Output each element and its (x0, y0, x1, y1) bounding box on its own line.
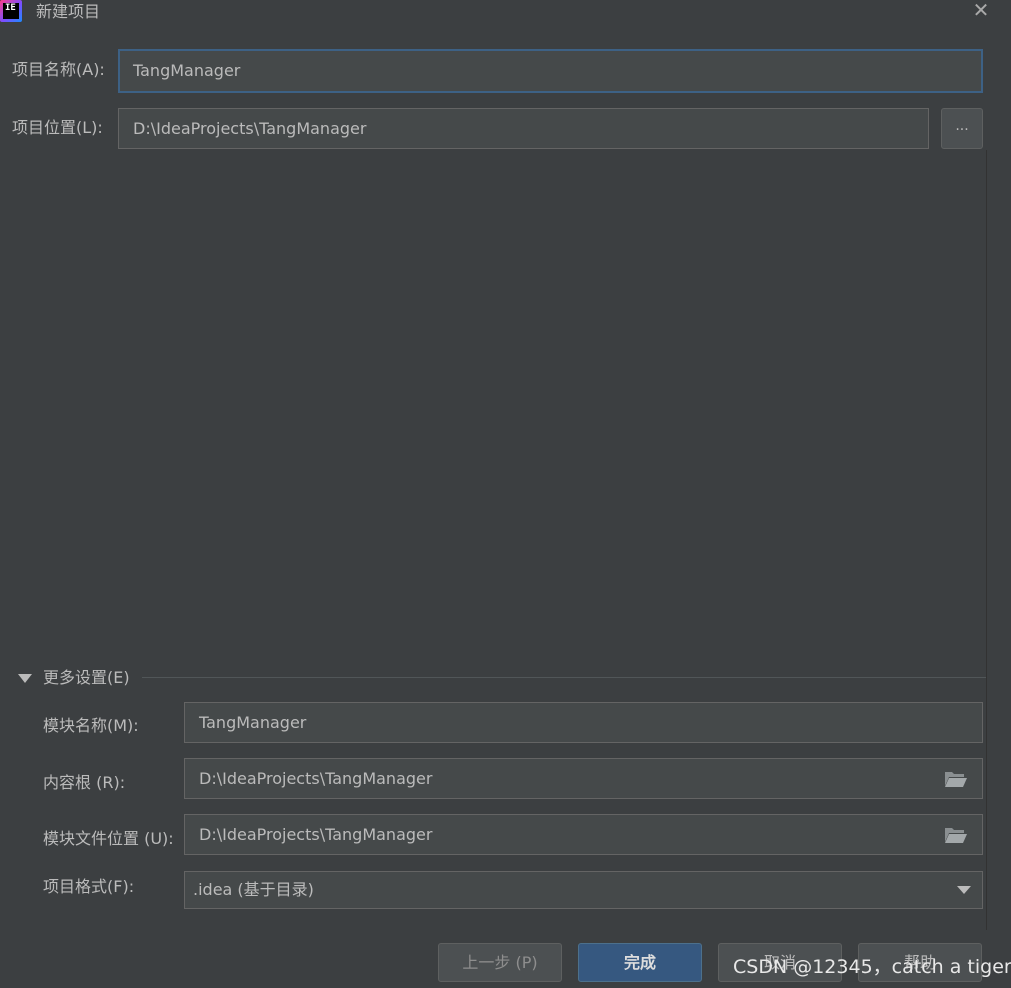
close-icon[interactable]: ✕ (969, 0, 993, 20)
folder-open-icon[interactable] (944, 770, 968, 788)
folder-open-icon[interactable] (944, 826, 968, 844)
watermark-text: CSDN @12345，catch a tiger (733, 956, 1011, 978)
project-location-label: 项目位置(L): (12, 118, 103, 137)
content-root-label: 内容根 (R): (43, 773, 126, 792)
previous-button[interactable]: 上一步 (P) (438, 943, 562, 982)
panel-edge-divider (986, 150, 987, 930)
project-location-input[interactable]: D:\IdeaProjects\TangManager (118, 108, 929, 149)
content-root-value: D:\IdeaProjects\TangManager (199, 768, 433, 788)
module-file-location-label: 模块文件位置 (U): (43, 829, 174, 848)
project-name-input[interactable]: TangManager (118, 49, 983, 93)
project-format-label: 项目格式(F): (43, 877, 135, 896)
content-root-input[interactable]: D:\IdeaProjects\TangManager (184, 758, 983, 799)
title-bar: IE 新建项目 ✕ (0, 0, 1011, 24)
more-settings-separator (142, 677, 986, 678)
module-file-location-value: D:\IdeaProjects\TangManager (199, 824, 433, 844)
chevron-down-icon (957, 886, 971, 894)
module-file-location-input[interactable]: D:\IdeaProjects\TangManager (184, 814, 983, 855)
more-settings-toggle[interactable]: 更多设置(E) (18, 668, 130, 688)
project-name-label: 项目名称(A): (12, 60, 105, 79)
app-icon-text: IE (3, 3, 19, 19)
browse-button[interactable]: ... (941, 108, 983, 149)
module-name-input[interactable]: TangManager (184, 702, 983, 743)
more-settings-label: 更多设置(E) (43, 668, 130, 687)
project-format-select[interactable]: .idea (基于目录) (184, 871, 983, 909)
finish-button[interactable]: 完成 (578, 943, 702, 982)
intellij-idea-icon: IE (0, 0, 22, 22)
project-format-value: .idea (基于目录) (193, 880, 314, 899)
new-project-dialog: IE 新建项目 ✕ 项目名称(A): TangManager 项目位置(L): … (0, 0, 1011, 988)
triangle-down-icon (18, 673, 32, 683)
window-title: 新建项目 (36, 2, 101, 21)
module-name-label: 模块名称(M): (43, 716, 139, 735)
